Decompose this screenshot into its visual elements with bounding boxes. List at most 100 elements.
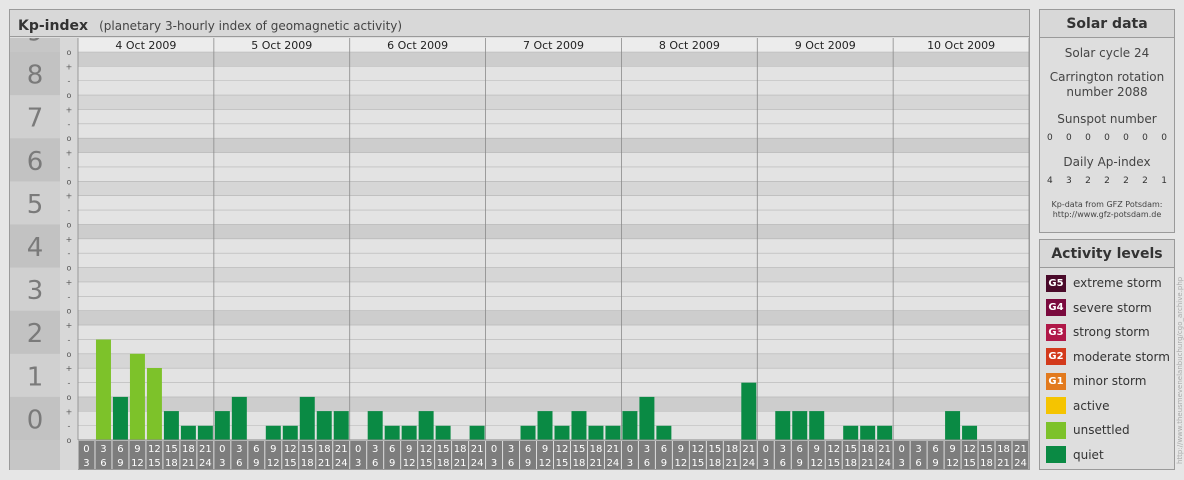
sub-tick-label: o (67, 48, 72, 57)
credit-link[interactable]: http://www.gfz-potsdam.de (1040, 210, 1174, 220)
solar-data-panel: Solar data Solar cycle 24 Carrington rot… (1039, 9, 1175, 233)
time-slot-end: 12 (539, 458, 552, 469)
kp-bar (112, 396, 128, 440)
time-slot-start: 9 (678, 444, 684, 455)
time-slot-end: 9 (797, 458, 803, 469)
time-slot-start: 12 (963, 444, 976, 455)
y-tick-label: 1 (27, 362, 44, 392)
time-slot-start: 3 (236, 444, 242, 455)
activity-level-3: G2 moderate storm (1040, 345, 1174, 370)
kp-bar (792, 411, 808, 440)
time-slot-start: 3 (100, 444, 106, 455)
level-label: unsettled (1073, 423, 1130, 438)
time-slot-end: 9 (932, 458, 938, 469)
activity-level-1: G4 severe storm (1040, 296, 1174, 321)
kp-bar (741, 382, 757, 440)
time-slot-start: 18 (861, 444, 874, 455)
sunspot-value-3: 0 (1104, 133, 1110, 143)
sub-tick-label: - (68, 292, 71, 301)
time-slot-start: 0 (83, 444, 89, 455)
kp-bar (333, 411, 349, 440)
kp-bar (316, 411, 332, 440)
kp-bar (401, 425, 417, 440)
time-slot-end: 3 (219, 458, 225, 469)
y-tick-label: 5 (27, 190, 44, 220)
kp-bar (214, 411, 230, 440)
time-slot-end: 18 (573, 458, 586, 469)
sub-tick-label: o (67, 393, 72, 402)
ap-values: 4 3 2 2 2 2 1 (1040, 176, 1174, 186)
time-slot-end: 12 (810, 458, 823, 469)
kp-bar (418, 411, 434, 440)
time-slot-start: 21 (878, 444, 891, 455)
activity-levels-panel: Activity levels G5 extreme storm G4 severe … (1039, 239, 1175, 470)
time-slot-end: 21 (861, 458, 874, 469)
ap-value-6: 1 (1161, 176, 1167, 186)
kp-bar (299, 396, 315, 440)
time-slot-start: 0 (491, 444, 497, 455)
time-slot-start: 15 (980, 444, 993, 455)
time-slot-end: 24 (878, 458, 891, 469)
sunspot-values: 0 0 0 0 0 0 0 (1040, 133, 1174, 143)
band-top (78, 224, 1029, 239)
time-slot-start: 15 (708, 444, 721, 455)
time-slot-end: 21 (725, 458, 738, 469)
time-slot-end: 24 (199, 458, 212, 469)
time-slot-end: 6 (780, 458, 786, 469)
time-slot-end: 21 (454, 458, 467, 469)
time-slot-start: 18 (997, 444, 1010, 455)
time-slot-start: 6 (117, 444, 123, 455)
level-swatch: G3 (1046, 323, 1066, 341)
day-label: 6 Oct 2009 (387, 39, 448, 52)
activity-level-6: unsettled (1040, 418, 1174, 443)
band-top (78, 396, 1029, 412)
sub-tick-label: + (66, 105, 73, 114)
sub-tick-label: o (67, 177, 72, 186)
time-slot-start: 9 (814, 444, 820, 455)
time-slot-start: 6 (661, 444, 667, 455)
time-slot-end: 15 (556, 458, 569, 469)
kp-bar (180, 425, 196, 440)
time-slot-start: 12 (556, 444, 569, 455)
y-tick-label: 6 (27, 147, 44, 177)
time-slot-start: 3 (372, 444, 378, 455)
time-slot-end: 12 (946, 458, 959, 469)
time-slot-start: 9 (270, 444, 276, 455)
level-swatch (1046, 397, 1066, 415)
kp-bar (95, 339, 111, 440)
time-slot-start: 15 (573, 444, 586, 455)
y-tick-label: 9 (27, 38, 44, 47)
time-slot-end: 6 (100, 458, 106, 469)
time-slot-end: 9 (661, 458, 667, 469)
carrington-rotation: Carrington rotation number 2088 (1049, 70, 1165, 99)
ap-value-5: 2 (1142, 176, 1148, 186)
time-slot-end: 21 (590, 458, 603, 469)
time-slot-start: 21 (199, 444, 212, 455)
ap-value-1: 3 (1066, 176, 1072, 186)
day-label: 7 Oct 2009 (523, 39, 584, 52)
sub-tick-label: - (68, 249, 71, 258)
time-slot-end: 21 (997, 458, 1010, 469)
time-slot-start: 21 (742, 444, 755, 455)
y-tick-label: 8 (27, 61, 44, 91)
activity-level-4: G1 minor storm (1040, 369, 1174, 394)
time-slot-start: 0 (355, 444, 361, 455)
time-slot-start: 6 (253, 444, 259, 455)
kp-bar (775, 411, 791, 440)
kp-bar (962, 425, 978, 440)
time-slot-end: 6 (508, 458, 514, 469)
time-slot-end: 6 (372, 458, 378, 469)
time-slot-start: 15 (301, 444, 314, 455)
band-top (78, 267, 1029, 282)
time-slot-start: 21 (335, 444, 348, 455)
time-slot-end: 9 (253, 458, 259, 469)
time-slot-start: 3 (780, 444, 786, 455)
kp-bar (877, 425, 893, 440)
solar-data-title: Solar data (1040, 10, 1174, 38)
level-label: severe storm (1073, 300, 1152, 315)
sunspot-value-4: 0 (1123, 133, 1129, 143)
time-slot-start: 9 (406, 444, 412, 455)
band-top (78, 95, 1029, 110)
sub-tick-label: - (68, 422, 71, 431)
watermark: http://www.theusmevenelanbuchurg/cgo_arc… (1175, 9, 1184, 470)
